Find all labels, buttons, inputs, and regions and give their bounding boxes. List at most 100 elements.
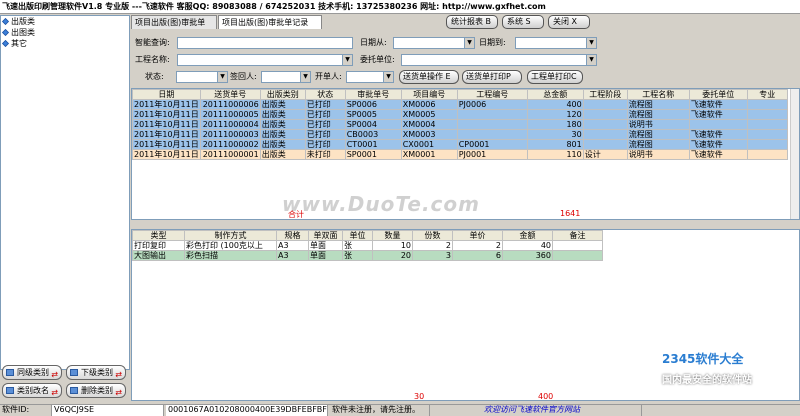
delivery-print-button[interactable]: 送货单打印P: [462, 70, 522, 84]
tree-item-drawing[interactable]: 出图类: [1, 27, 129, 38]
chevron-down-icon: ▼: [342, 55, 352, 65]
column-header[interactable]: 单位: [342, 230, 373, 241]
project-name-select[interactable]: ▼: [177, 54, 353, 66]
column-header[interactable]: 总金额: [526, 89, 584, 100]
total-amount: 1641: [560, 209, 581, 218]
table-cell: XM0006: [400, 99, 458, 110]
same-level-category-button[interactable]: 同级类别 ⇄: [2, 365, 62, 380]
column-header[interactable]: 单价: [452, 230, 503, 241]
table-cell: 流程图: [626, 139, 690, 150]
table-cell: 110: [526, 149, 584, 160]
vertical-scrollbar[interactable]: [790, 89, 799, 219]
table-cell: 20111000005: [199, 109, 261, 120]
stats-report-button[interactable]: 统计报表 B: [446, 15, 498, 29]
official-site-link[interactable]: 欢迎访问飞速软件官方网站: [482, 405, 642, 416]
table-cell: XM0005: [400, 109, 458, 120]
column-header[interactable]: 日期: [132, 89, 201, 100]
date-to-picker[interactable]: ▼: [515, 37, 597, 49]
table-cell: 已打印: [304, 119, 346, 130]
table-cell: 已打印: [304, 139, 346, 150]
sub-level-category-button[interactable]: 下级类别 ⇄: [66, 365, 126, 380]
date-from-picker[interactable]: ▼: [393, 37, 475, 49]
table-cell: XM0001: [400, 149, 458, 160]
column-header[interactable]: 委托单位: [688, 89, 748, 100]
software-id-value[interactable]: V6QCJ9SE: [52, 405, 164, 416]
folder-icon: [70, 369, 78, 376]
table-row[interactable]: 2011年10月11日 20111000002 出版类 已打印 CT0001 CX0001…: [132, 139, 788, 150]
client-select[interactable]: ▼: [401, 54, 597, 66]
table-row[interactable]: 2011年10月11日 20111000004 出版类 已打印 SP0004 XM0004…: [132, 119, 788, 130]
site-logo: 2345软件大全 国内最安全的软件站: [656, 346, 796, 390]
column-header[interactable]: 送货单号: [199, 89, 261, 100]
diamond-icon: [2, 29, 9, 36]
tab-approval-form[interactable]: 项目出版(图)审批单: [131, 15, 217, 29]
table-row[interactable]: 大图输出 彩色扫描 A3 单面张 20 3 6 360: [132, 250, 603, 261]
tab-approval-records[interactable]: 项目出版(图)审批单记录: [218, 15, 322, 29]
delete-category-button[interactable]: 删除类别 ⇄: [66, 383, 126, 398]
signer-select[interactable]: ▼: [261, 71, 311, 83]
table-cell: 单面: [308, 250, 343, 261]
column-header[interactable]: 备注: [552, 230, 603, 241]
column-header[interactable]: 规格: [276, 230, 309, 241]
registration-code[interactable]: 0001067A010208000400E39DBFEBFBFF: [166, 405, 328, 416]
table-row[interactable]: 2011年10月11日 20111000005 出版类 已打印 SP0005 XM0005…: [132, 109, 788, 120]
column-header[interactable]: 审批单号: [344, 89, 402, 100]
column-header[interactable]: 制作方式: [184, 230, 277, 241]
table-row[interactable]: 2011年10月11日 20111000003 出版类 已打印 CB0003 XM0003…: [132, 129, 788, 140]
button-label: 同级类别: [17, 368, 49, 377]
delete-icon: [70, 387, 78, 394]
column-header[interactable]: 项目编号: [400, 89, 458, 100]
project-name-label: 工程名称:: [135, 55, 170, 64]
table-cell: 彩色扫描: [184, 250, 277, 261]
column-header[interactable]: 工程名称: [626, 89, 690, 100]
table-cell: [688, 119, 748, 130]
tree-item-publish[interactable]: 出版类: [1, 16, 129, 27]
table-cell: 已打印: [304, 129, 346, 140]
system-button[interactable]: 系统 S: [502, 15, 544, 29]
column-header[interactable]: 数量: [372, 230, 413, 241]
edit-icon: [6, 387, 14, 394]
table-cell: 流程图: [626, 129, 690, 140]
table-row[interactable]: 打印复印 彩色打印 (100克以上 A3 单面张 10 2 2 40: [132, 240, 603, 251]
table-cell: 大图输出: [132, 250, 185, 261]
rename-category-button[interactable]: 类别改名 ⇄: [2, 383, 62, 398]
table-cell: [582, 109, 628, 120]
site-name: 2345软件大全: [662, 352, 744, 366]
table-cell: 未打印: [304, 149, 346, 160]
status-select[interactable]: ▼: [176, 71, 228, 83]
category-tree[interactable]: 出版类 出图类 其它: [0, 15, 130, 370]
table-cell: 出版类: [259, 109, 306, 120]
table-cell: [746, 119, 788, 130]
arrow-icon: ⇄: [51, 370, 58, 379]
table-cell: 120: [526, 109, 584, 120]
delivery-operation-button[interactable]: 送货单操作 E: [399, 70, 459, 84]
tree-item-label: 出版类: [11, 17, 35, 26]
table-cell: 360: [502, 250, 553, 261]
column-header[interactable]: 单双面: [308, 230, 343, 241]
table-row[interactable]: 2011年10月11日 20111000006 出版类 已打印 SP0006 XM0006…: [132, 99, 788, 110]
column-header[interactable]: 工程阶段: [582, 89, 628, 100]
smart-query-label: 智能查询:: [135, 38, 170, 47]
column-header[interactable]: 金额: [502, 230, 553, 241]
column-header[interactable]: 专业: [746, 89, 788, 100]
table-cell: XM0003: [400, 129, 458, 140]
table-cell: CX0001: [400, 139, 458, 150]
column-header[interactable]: 类型: [132, 230, 185, 241]
column-header[interactable]: 份数: [412, 230, 453, 241]
tree-item-other[interactable]: 其它: [1, 38, 129, 49]
column-header[interactable]: 状态: [304, 89, 346, 100]
arrow-icon: ⇄: [51, 388, 58, 397]
chevron-down-icon: ▼: [383, 72, 393, 82]
table-cell: 2011年10月11日: [132, 139, 201, 150]
table-cell: 张: [342, 250, 373, 261]
column-header[interactable]: 出版类别: [259, 89, 306, 100]
project-print-button[interactable]: 工程单打印C: [527, 70, 583, 84]
smart-query-input[interactable]: [177, 37, 353, 49]
diamond-icon: [2, 40, 9, 47]
opener-select[interactable]: ▼: [346, 71, 394, 83]
close-button[interactable]: 关闭 X: [548, 15, 590, 29]
table-row[interactable]: 2011年10月11日 20111000001 出版类 未打印 SP0001 XM0001…: [132, 149, 788, 160]
table-cell: 40: [502, 240, 553, 251]
column-header[interactable]: 工程编号: [456, 89, 528, 100]
table-cell: 飞速软件: [688, 99, 748, 110]
